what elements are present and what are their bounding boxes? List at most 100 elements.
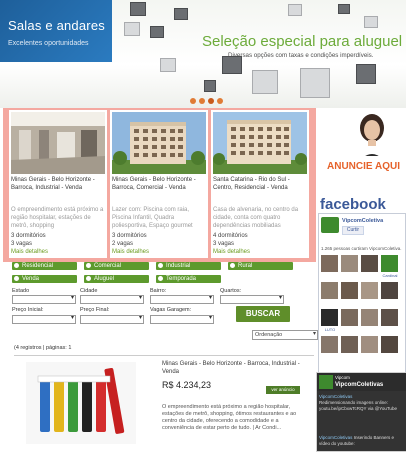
advertise-banner[interactable]: ANUNCIE AQUI (318, 108, 406, 192)
listing-spaces: 2 vagas (112, 241, 134, 247)
fan-avatar[interactable] (341, 309, 358, 326)
radio-icon[interactable] (14, 276, 19, 281)
listing-photo[interactable] (112, 112, 206, 174)
fan-avatar[interactable] (381, 255, 398, 272)
fan-avatar[interactable] (321, 282, 338, 299)
fan-avatar[interactable] (341, 282, 358, 299)
fan-avatar[interactable] (321, 255, 338, 272)
decorative-cube (356, 64, 376, 84)
building-photo (112, 112, 206, 174)
cidade-label: Cidade (80, 288, 98, 294)
facebook-page-header: VipcomColetiva Curtir (321, 217, 401, 243)
fan-name[interactable]: LUTO (321, 327, 339, 332)
radio-icon[interactable] (86, 276, 91, 281)
slider-dot[interactable] (190, 98, 196, 104)
featured-listings: Minas Gerais - Belo Horizonte - Barroca,… (3, 108, 316, 262)
listing-photo[interactable] (11, 112, 105, 174)
radio-icon[interactable] (230, 263, 235, 268)
type-option-label: Industrial (166, 263, 191, 269)
slider-dot[interactable] (217, 98, 223, 104)
type-option[interactable]: Rural (228, 262, 293, 270)
radio-icon[interactable] (158, 263, 163, 268)
listing-spaces: 3 vagas (11, 241, 33, 247)
radio-icon[interactable] (86, 263, 91, 268)
facebook-page-name[interactable]: VipcomColetiva (342, 218, 383, 224)
banner-subheadline: Diversas opções com taxas e condições im… (228, 52, 374, 59)
bairro-select[interactable] (150, 294, 214, 304)
facebook-like-button[interactable]: Curtir (342, 226, 364, 235)
fan-avatar[interactable] (321, 336, 338, 353)
tweet-user[interactable]: VipcomColetivas (319, 394, 352, 399)
cidade-select[interactable] (80, 294, 144, 304)
tweet[interactable]: VipcomColetivas Inserindo Banners e víde… (319, 435, 403, 447)
hero-banner[interactable]: Salas e andares Excelentes oportunidades… (0, 0, 406, 108)
listing-card[interactable]: Santa Catarina - Rio do Sul - Centro, Re… (211, 110, 309, 258)
advertise-label[interactable]: ANUNCIE AQUI (321, 156, 406, 178)
estado-select[interactable] (12, 294, 76, 304)
decorative-cube (300, 68, 330, 98)
order-select[interactable]: Ordenação (252, 330, 318, 340)
listing-card[interactable]: Minas Gerais - Belo Horizonte - Barroca,… (110, 110, 208, 258)
mode-option-label: Aluguel (94, 276, 115, 282)
decorative-cube (160, 58, 176, 72)
result-title[interactable]: Minas Gerais - Belo Horizonte - Barroca,… (162, 360, 312, 376)
fan-avatar[interactable] (341, 336, 358, 353)
radio-icon[interactable] (14, 263, 19, 268)
vagas-select[interactable] (150, 314, 214, 324)
preco-final-select[interactable] (80, 314, 144, 324)
listing-meta: 3 dormitórios 3 vagas Mais detalhes (11, 232, 105, 256)
listing-description: Casa de alvenaria, no centro da cidade, … (213, 207, 299, 229)
page-logo-icon[interactable] (321, 217, 339, 233)
markers-photo (26, 362, 136, 444)
radio-icon[interactable] (158, 276, 163, 281)
listing-title[interactable]: Minas Gerais - Belo Horizonte - Barroca,… (112, 176, 206, 192)
listing-title[interactable]: Minas Gerais - Belo Horizonte - Barroca,… (11, 176, 105, 192)
facebook-like-count: 1.265 pessoas curtiram VipcomColetiva. (321, 246, 402, 251)
slider-dot[interactable] (208, 98, 214, 104)
twitter-account-name[interactable]: VipcomColetivas (335, 382, 383, 388)
fan-avatar[interactable] (361, 255, 378, 272)
banner-box-subtitle: Excelentes oportunidades (8, 40, 89, 47)
search-button[interactable]: BUSCAR (236, 306, 290, 322)
listing-meta: 4 dormitórios 3 vagas Mais detalhes (213, 232, 307, 256)
fan-avatar[interactable] (381, 282, 398, 299)
fan-avatar[interactable] (361, 282, 378, 299)
fan-name[interactable]: Cardinal (381, 273, 399, 278)
slider-dots[interactable] (190, 98, 226, 106)
fan-avatar[interactable] (321, 309, 338, 326)
listing-details-link[interactable]: Mais detalhes (11, 248, 105, 256)
type-option[interactable]: Industrial (156, 262, 221, 270)
listing-spaces: 3 vagas (213, 241, 235, 247)
fan-avatar[interactable] (361, 309, 378, 326)
listing-rooms: 3 dormitórios (11, 233, 46, 239)
preco-final-label: Preço Final: (80, 307, 110, 313)
fan-avatar[interactable] (381, 336, 398, 353)
quartos-select[interactable] (220, 294, 284, 304)
listing-details-link[interactable]: Mais detalhes (213, 248, 307, 256)
fan-avatar[interactable] (381, 309, 398, 326)
type-option[interactable]: Comercial (84, 262, 149, 270)
listing-card[interactable]: Minas Gerais - Belo Horizonte - Barroca,… (9, 110, 107, 258)
preco-inicial-label: Preço Inicial: (12, 307, 44, 313)
twitter-avatar[interactable] (319, 375, 333, 389)
mode-option[interactable]: Venda (12, 275, 77, 283)
mode-option[interactable]: Temporada (156, 275, 221, 283)
view-listing-button[interactable]: ver anúncio (266, 386, 300, 394)
listing-photo[interactable] (213, 112, 307, 174)
fan-avatar[interactable] (361, 336, 378, 353)
tweet[interactable]: VipcomColetivas Redimensionando imagens o… (319, 394, 403, 412)
type-option-label: Rural (238, 263, 253, 269)
listing-title[interactable]: Santa Catarina - Rio do Sul - Centro, Re… (213, 176, 307, 192)
listing-details-link[interactable]: Mais detalhes (112, 248, 206, 256)
result-photo[interactable] (26, 362, 136, 444)
mode-option-label: Temporada (166, 276, 197, 282)
slider-dot[interactable] (199, 98, 205, 104)
mode-option[interactable]: Aluguel (84, 275, 149, 283)
type-option[interactable]: Residencial (12, 262, 77, 270)
vagas-label: Vagas Garagem: (150, 307, 192, 313)
fan-avatar[interactable] (341, 255, 358, 272)
listing-meta: 3 dormitórios 2 vagas Mais detalhes (112, 232, 206, 256)
tweet-user[interactable]: VipcomColetivas (319, 435, 352, 440)
preco-inicial-select[interactable] (12, 314, 76, 324)
quartos-label: Quartos: (220, 288, 242, 294)
